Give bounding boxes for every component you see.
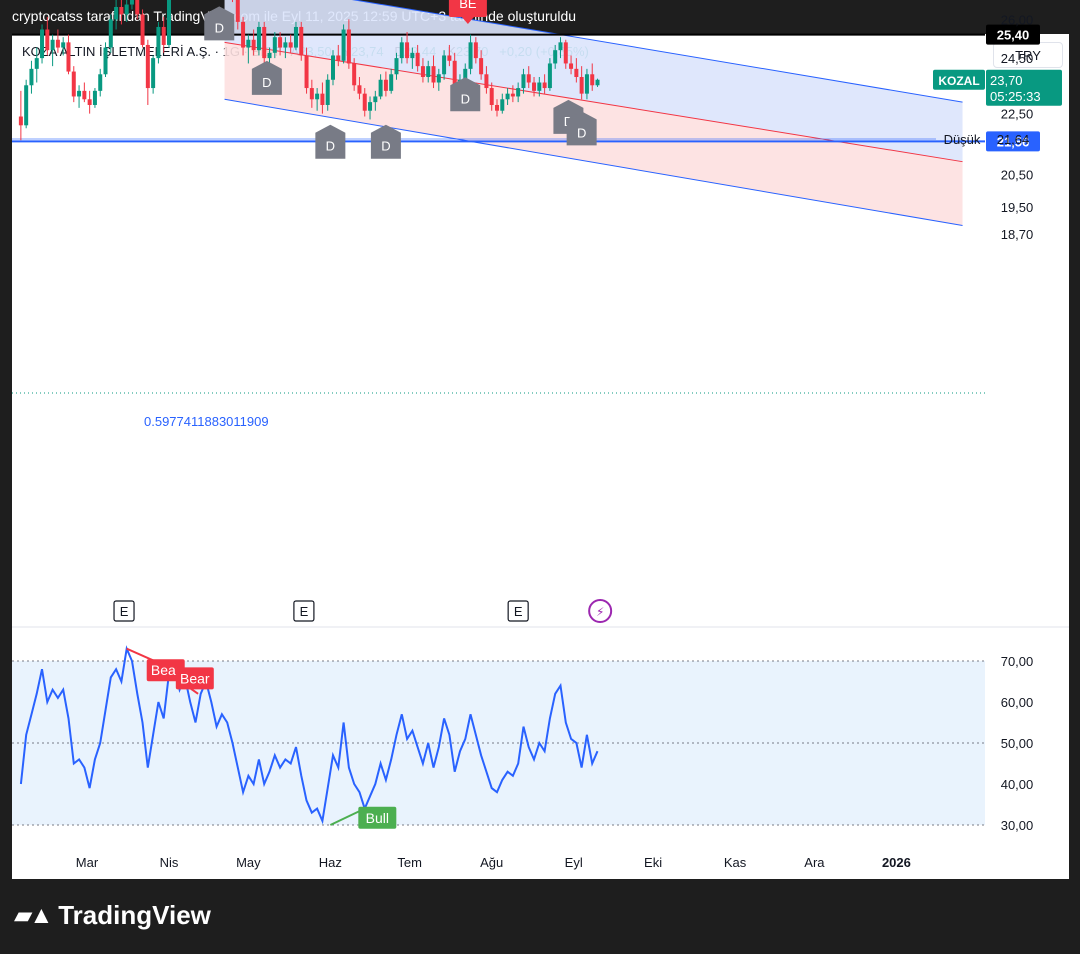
legend-change: +0,20 (+0,85%) — [499, 44, 589, 59]
candle-body — [129, 0, 134, 5]
currency-button[interactable]: TRY — [993, 42, 1063, 68]
legend-low: 23,44 — [403, 44, 437, 59]
legend-close: 23,70 — [455, 44, 489, 59]
legend-symbol: KOZA ALTIN İŞLETMELERİ A.Ş. · 1G · BIST — [22, 44, 281, 59]
tradingview-logo-icon: ▰▲ — [14, 902, 53, 929]
legend-open: 23,50 — [299, 44, 332, 59]
legend-close-label: K — [447, 44, 456, 59]
snapshot-caption: cryptocatss tarafından TradingView.com i… — [12, 8, 577, 24]
legend-low-label: D — [394, 44, 404, 59]
price-tick-label: 26,00 — [1001, 12, 1034, 27]
tradingview-logo-text: TradingView — [58, 900, 211, 930]
legend-open-label: A — [290, 44, 300, 59]
legend-high-label: Y — [342, 44, 352, 59]
candle — [231, 0, 233, 3]
tradingview-logo: ▰▲ TradingView — [14, 900, 211, 931]
chart-panel[interactable] — [12, 34, 1069, 879]
symbol-legend: KOZA ALTIN İŞLETMELERİ A.Ş. · 1G · BIST … — [22, 44, 589, 59]
legend-high: 23,74 — [351, 44, 384, 59]
